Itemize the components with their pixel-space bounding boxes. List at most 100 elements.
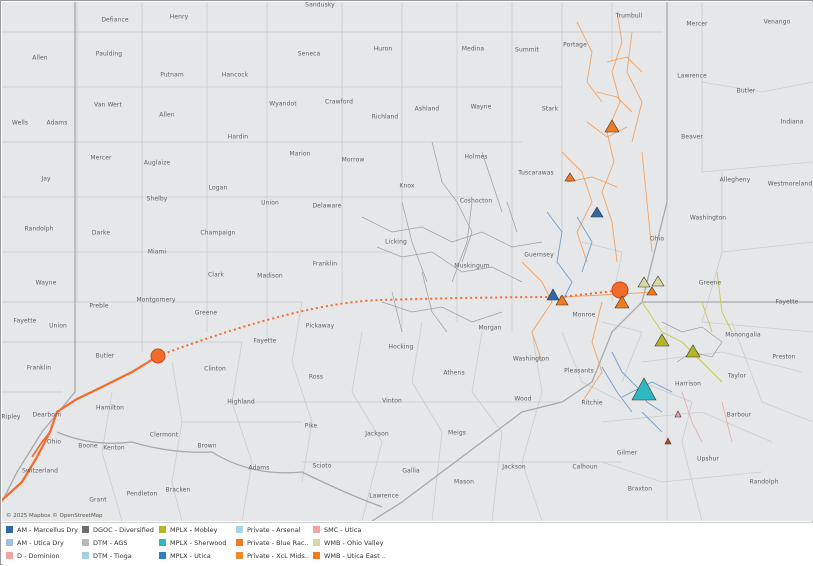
county-label: Sandusky bbox=[305, 2, 335, 9]
gathering-yellow bbox=[641, 271, 733, 383]
legend-item[interactable]: DGOC - Diversified bbox=[82, 524, 154, 535]
legend-item[interactable]: D - Dominion bbox=[6, 550, 60, 561]
plant-triangle bbox=[685, 344, 701, 358]
county-label: Venango bbox=[763, 18, 791, 26]
county-label: Clinton bbox=[204, 365, 226, 373]
legend-item[interactable]: MPLX - Sherwood bbox=[159, 537, 226, 548]
county-label: Dearborn bbox=[32, 411, 62, 419]
county-label: Randolph bbox=[749, 478, 779, 486]
legend-swatch bbox=[236, 526, 243, 533]
legend-item[interactable]: MPLX - Mobley bbox=[159, 524, 217, 535]
legend-swatch bbox=[6, 526, 13, 533]
county-label: Coshocton bbox=[459, 197, 493, 205]
pipeline-start-marker bbox=[150, 348, 166, 364]
legend-swatch bbox=[313, 526, 320, 533]
county-label: Marion bbox=[289, 150, 311, 158]
county-label: Trumbull bbox=[615, 12, 643, 20]
county-label: Preble bbox=[89, 302, 109, 310]
map-canvas[interactable]: Defiance Henry Sandusky Trumbull Paulding Put… bbox=[2, 2, 813, 521]
legend-label: WMB - Utica East .. bbox=[324, 551, 386, 560]
plant-triangle bbox=[646, 286, 658, 296]
legend-label: Private - Blue Rac.. bbox=[247, 538, 309, 547]
legend-swatch bbox=[82, 526, 89, 533]
map-attribution[interactable]: © 2025 Mapbox © OpenStreetMap bbox=[6, 513, 103, 519]
county-label: Hocking bbox=[388, 343, 414, 351]
pipeline-end-marker bbox=[611, 281, 629, 299]
legend-item[interactable]: DTM - Tioga bbox=[82, 550, 132, 561]
legend-item[interactable]: Private - XcL Mids.. bbox=[236, 550, 309, 561]
county-label: Fayette bbox=[13, 317, 37, 325]
county-label: Butler bbox=[95, 352, 115, 360]
county-label: Greene bbox=[698, 279, 722, 287]
legend: AM - Marcellus Dry AM - Utica Dry D - Do… bbox=[2, 522, 813, 566]
legend-swatch bbox=[236, 539, 243, 546]
county-label: Miami bbox=[147, 248, 167, 256]
county-label: Summit bbox=[515, 46, 539, 54]
legend-swatch bbox=[159, 539, 166, 546]
county-label: Wood bbox=[514, 395, 532, 403]
legend-item[interactable]: DTM - AGS bbox=[82, 537, 128, 548]
legend-item[interactable]: WMB - Utica East .. bbox=[313, 550, 386, 561]
county-label: Gallia bbox=[402, 467, 420, 475]
county-label: Harrison bbox=[674, 380, 702, 388]
plant-triangle bbox=[604, 119, 620, 133]
county-label: Defiance bbox=[101, 16, 129, 24]
county-label: Auglaize bbox=[143, 159, 171, 167]
legend-item[interactable]: MPLX - Utica bbox=[159, 550, 211, 561]
legend-label: DTM - AGS bbox=[93, 538, 128, 547]
plant-triangle bbox=[546, 288, 560, 301]
county-label: Preston bbox=[772, 353, 796, 361]
county-label: Morrow bbox=[341, 156, 365, 164]
plant-triangle bbox=[590, 206, 604, 218]
county-label: Medina bbox=[461, 45, 485, 53]
county-label: Darke bbox=[91, 229, 111, 237]
county-label: Ripley bbox=[2, 413, 21, 421]
county-label: Allegheny bbox=[719, 176, 751, 184]
county-label: Crawford bbox=[325, 98, 353, 106]
county-label: Henry bbox=[169, 13, 189, 21]
county-label: Brown bbox=[197, 442, 217, 450]
county-label: Jackson bbox=[365, 430, 389, 438]
legend-label: Private - XcL Mids.. bbox=[247, 551, 309, 560]
county-label: Kenton bbox=[103, 444, 125, 452]
plant-triangle bbox=[664, 437, 672, 445]
legend-item[interactable]: AM - Marcellus Dry bbox=[6, 524, 78, 535]
county-label: Hamilton bbox=[96, 404, 124, 412]
county-label: Mercer bbox=[686, 20, 708, 28]
legend-label: MPLX - Mobley bbox=[170, 525, 218, 534]
county-label: Stark bbox=[541, 105, 559, 113]
legend-item[interactable]: SMC - Utica bbox=[313, 524, 361, 535]
legend-item[interactable]: AM - Utica Dry bbox=[6, 537, 64, 548]
county-label: Licking bbox=[385, 238, 407, 246]
county-label: Athens bbox=[443, 369, 465, 377]
legend-item[interactable]: WMB - Ohio Valley bbox=[313, 537, 383, 548]
county-label: Wyandot bbox=[269, 100, 297, 108]
legend-label: WMB - Ohio Valley bbox=[324, 538, 384, 547]
legend-label: SMC - Utica bbox=[324, 525, 362, 534]
county-label: Putnam bbox=[160, 71, 184, 79]
county-label: Ohio bbox=[46, 438, 62, 446]
county-label: Knox bbox=[399, 182, 415, 190]
county-label: Lawrence bbox=[677, 72, 707, 80]
county-label: Butler bbox=[736, 87, 756, 95]
county-label: Madison bbox=[257, 272, 283, 280]
county-label: Wells bbox=[11, 119, 29, 127]
county-label: Calhoun bbox=[572, 463, 598, 471]
county-label: Highland bbox=[227, 398, 255, 406]
legend-item[interactable]: Private - Blue Rac.. bbox=[236, 537, 309, 548]
legend-swatch bbox=[236, 552, 243, 559]
county-label: Monroe bbox=[572, 311, 596, 319]
plant-triangle bbox=[631, 377, 657, 401]
county-label: Richland bbox=[371, 113, 399, 121]
county-label: Franklin bbox=[312, 260, 338, 268]
county-label: Barbour bbox=[726, 411, 752, 419]
county-label: Monongalia bbox=[725, 331, 761, 339]
legend-label: MPLX - Utica bbox=[170, 551, 211, 560]
legend-item[interactable]: Private - Arsenal bbox=[236, 524, 301, 535]
county-label: Shelby bbox=[146, 195, 168, 203]
map-frame: Defiance Henry Sandusky Trumbull Paulding Put… bbox=[0, 0, 813, 566]
county-label: Gilmer bbox=[616, 449, 638, 457]
pipeline-solid bbox=[2, 355, 159, 501]
county-label: Guernsey bbox=[524, 251, 554, 259]
legend-label: D - Dominion bbox=[17, 551, 60, 560]
